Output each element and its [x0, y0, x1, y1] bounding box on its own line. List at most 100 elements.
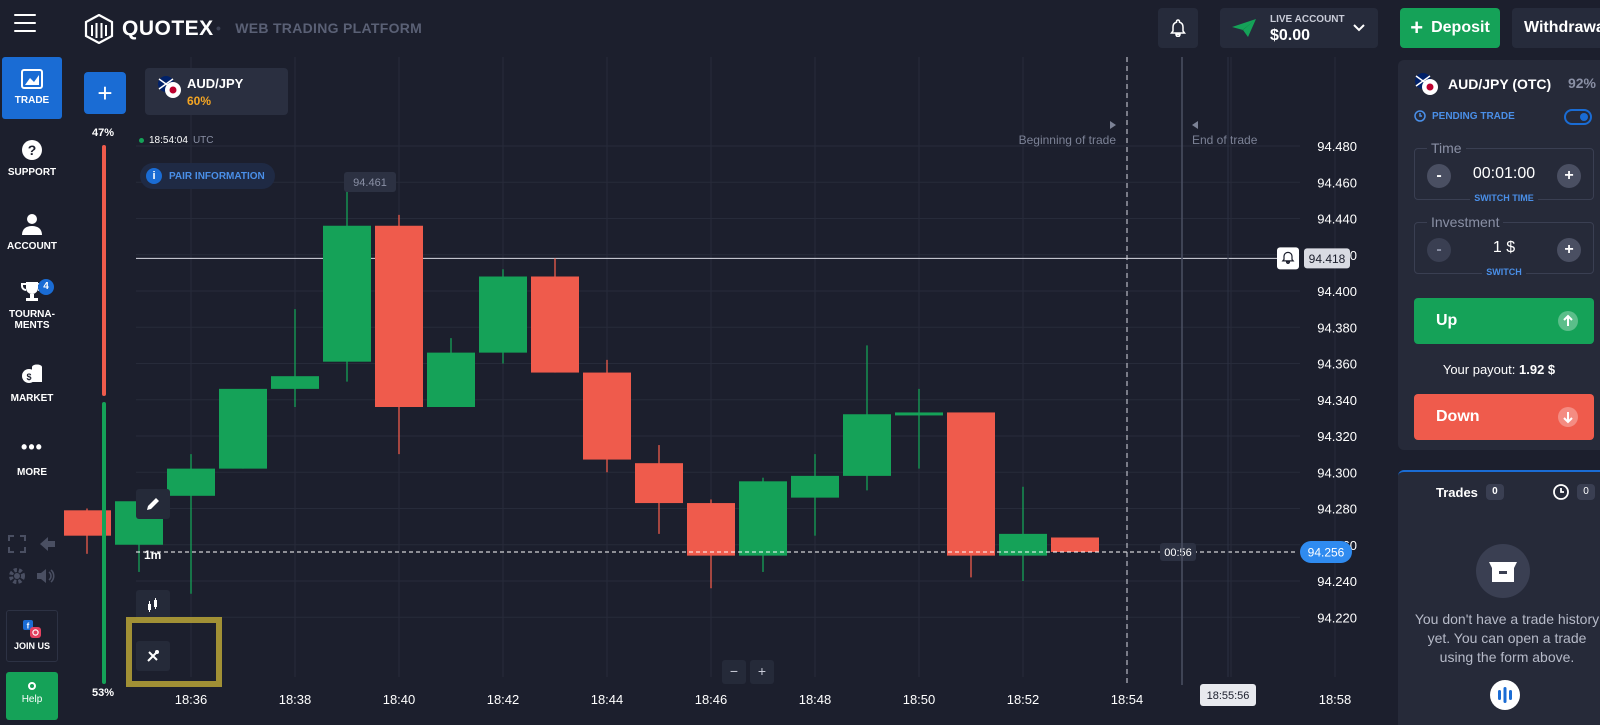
- x-tick-label: 18:42: [487, 692, 520, 707]
- svg-text:?: ?: [28, 142, 37, 158]
- down-button[interactable]: Down: [1414, 394, 1594, 440]
- y-tick-label: 94.280: [1317, 502, 1357, 517]
- candle-body: [843, 414, 891, 476]
- max-price-text: 94.461: [353, 177, 387, 189]
- tournaments-badge: 4: [38, 279, 54, 295]
- investment-plus-button[interactable]: +: [1557, 238, 1581, 262]
- fullscreen-icon[interactable]: [8, 535, 26, 553]
- nav-more[interactable]: ••• MORE: [0, 438, 64, 478]
- sound-icon[interactable]: [36, 567, 56, 585]
- chart-area[interactable]: 94.48094.46094.44094.42094.40094.38094.3…: [64, 57, 1380, 725]
- x-tick-label: 18:58: [1319, 692, 1352, 707]
- y-tick-label: 94.460: [1317, 175, 1357, 190]
- panel-asset-name: AUD/JPY (OTC): [1448, 76, 1552, 92]
- server-time: 18:54:04 UTC: [139, 135, 214, 146]
- y-tick-label: 94.320: [1317, 429, 1357, 444]
- social-icon: f: [23, 620, 41, 638]
- time-plus-button[interactable]: +: [1557, 164, 1581, 188]
- chevron-down-icon: [1353, 24, 1365, 32]
- asset-tab-payout: 60%: [187, 94, 212, 108]
- sentiment-up-percent: 47%: [92, 127, 115, 139]
- arrow-down-icon: [1558, 407, 1578, 427]
- svg-text:f: f: [27, 622, 30, 631]
- x-tick-label: 18:54: [1111, 692, 1144, 707]
- nav-market[interactable]: $ MARKET: [0, 363, 64, 404]
- y-tick-label: 94.480: [1317, 139, 1357, 154]
- bell-icon: [1170, 19, 1186, 37]
- x-tick-label: 18:38: [279, 692, 312, 707]
- pair-information-button[interactable]: i PAIR INFORMATION: [140, 163, 275, 189]
- tagline: • WEB TRADING PLATFORM: [216, 20, 423, 36]
- x-tick-label: 18:36: [175, 692, 208, 707]
- left-nav: TRADE ? SUPPORT ACCOUNT 4 TOURNA- MENTS …: [0, 57, 64, 725]
- join-us-button[interactable]: f JOIN US: [6, 610, 58, 662]
- aud-jpy-flag-icon: [158, 76, 181, 98]
- nav-support[interactable]: ? SUPPORT: [0, 139, 64, 178]
- x-tick-label: 18:40: [383, 692, 416, 707]
- candles-icon: [148, 598, 157, 612]
- y-tick-label: 94.300: [1317, 465, 1357, 480]
- plus-icon: +: [1410, 15, 1424, 40]
- market-icon: $: [22, 364, 42, 383]
- account-selector[interactable]: LIVE ACCOUNT $0.00: [1220, 8, 1378, 48]
- sentiment-red-bar: [102, 145, 106, 396]
- timeframe-label[interactable]: 1m: [144, 548, 161, 562]
- pending-trade-toggle[interactable]: [1564, 109, 1592, 125]
- draw-tool-button[interactable]: [136, 489, 170, 519]
- asset-tab-pair: AUD/JPY: [187, 76, 244, 91]
- candle-body: [739, 481, 787, 556]
- notifications-button[interactable]: [1158, 8, 1198, 48]
- question-icon: ?: [22, 140, 42, 160]
- chat-icon: [1498, 687, 1512, 703]
- add-asset-button[interactable]: +: [84, 72, 126, 114]
- paper-plane-icon: [1232, 19, 1256, 37]
- up-button[interactable]: Up: [1414, 298, 1594, 344]
- gear-icon[interactable]: [8, 567, 26, 585]
- x-tick-label: 18:46: [695, 692, 728, 707]
- menu-icon[interactable]: [14, 14, 36, 34]
- zoom-out-button[interactable]: −: [722, 660, 746, 684]
- payout-info: Your payout: 1.92 $: [1442, 362, 1556, 377]
- switch-time-link[interactable]: SWITCH TIME: [1415, 188, 1593, 206]
- zoom-in-button[interactable]: +: [750, 660, 774, 684]
- nav-trade[interactable]: TRADE: [2, 57, 62, 119]
- empty-trades-message: You don't have a trade history yet. You …: [1414, 611, 1600, 665]
- investment-field-label: Investment: [1427, 214, 1504, 230]
- y-tick-label: 94.240: [1317, 574, 1357, 589]
- left-triangle-icon: [1192, 121, 1198, 129]
- back-arrow-icon[interactable]: [38, 535, 56, 553]
- nav-account[interactable]: ACCOUNT: [0, 213, 64, 252]
- switch-investment-link[interactable]: SWITCH: [1415, 262, 1593, 280]
- sentiment-down-percent: 53%: [92, 687, 115, 699]
- current-price-text: 94.256: [1308, 546, 1345, 560]
- y-tick-label: 94.440: [1317, 212, 1357, 227]
- asset-tab[interactable]: AUD/JPY 60%: [145, 68, 288, 115]
- chat-button[interactable]: [1490, 680, 1520, 710]
- logo[interactable]: QUOTEX: [84, 14, 214, 44]
- info-icon: i: [146, 168, 162, 184]
- chart-icon: [21, 69, 43, 89]
- nav-tournaments[interactable]: 4 TOURNA- MENTS: [0, 279, 64, 331]
- sentiment-green-bar: [102, 401, 106, 684]
- arrow-up-icon: [1558, 311, 1578, 331]
- svg-text:$: $: [26, 372, 31, 382]
- x-tick-label: 18:48: [799, 692, 832, 707]
- candle-body: [583, 372, 631, 460]
- user-icon: [22, 214, 42, 235]
- candle-body: [219, 388, 267, 469]
- help-button[interactable]: Help: [6, 672, 58, 720]
- candlestick-chart[interactable]: 94.48094.46094.44094.42094.40094.38094.3…: [64, 57, 1380, 725]
- tab-trades[interactable]: Trades 0: [1436, 484, 1504, 500]
- withdrawal-button[interactable]: Withdrawal: [1512, 8, 1600, 48]
- panel-asset[interactable]: AUD/JPY (OTC): [1414, 72, 1551, 96]
- candle-body: [687, 503, 735, 556]
- tab-history[interactable]: 0: [1553, 484, 1595, 500]
- chart-type-button[interactable]: [136, 590, 170, 620]
- highlight-annotation: [126, 617, 222, 687]
- candle-body: [531, 276, 579, 373]
- deposit-button[interactable]: + Deposit: [1400, 8, 1500, 48]
- quotex-logo-icon: [84, 14, 114, 44]
- y-tick-label: 94.400: [1317, 284, 1357, 299]
- end-of-trade-label: End of trade: [1192, 133, 1258, 147]
- account-balance: $0.00: [1270, 27, 1311, 44]
